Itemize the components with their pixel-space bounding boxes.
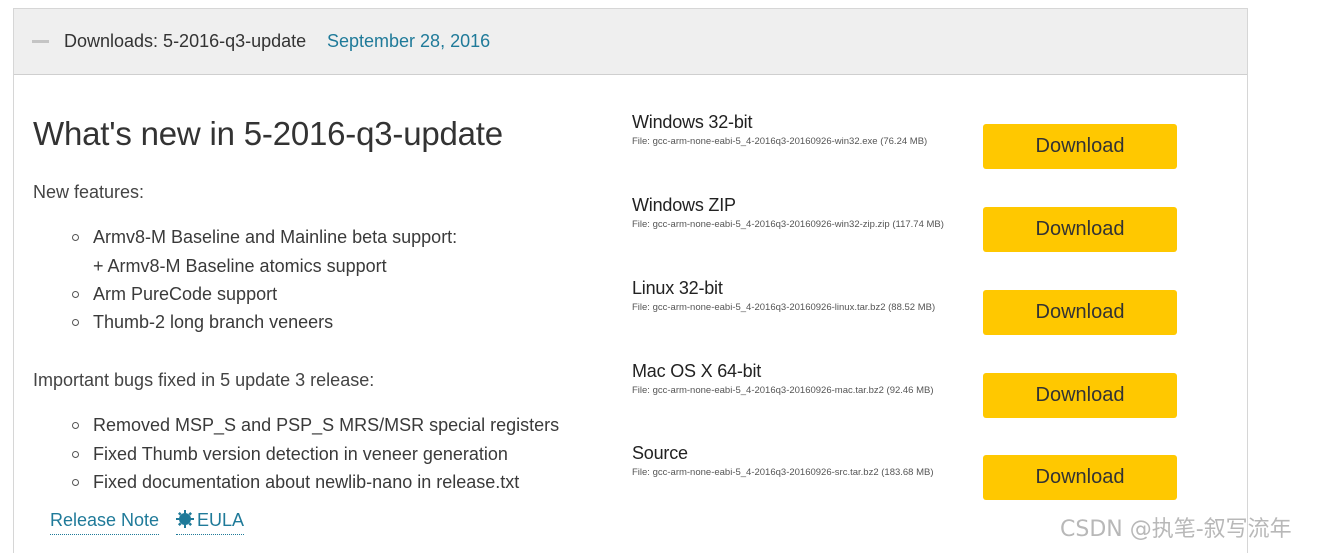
eula-label: EULA bbox=[197, 510, 245, 530]
download-name: Linux 32-bit bbox=[632, 278, 723, 298]
download-name: Windows 32-bit bbox=[632, 112, 753, 132]
list-item: Fixed Thumb version detection in veneer … bbox=[70, 440, 559, 469]
download-name: Mac OS X 64-bit bbox=[632, 361, 762, 381]
download-button[interactable]: Download bbox=[983, 207, 1177, 252]
release-date: September 28, 2016 bbox=[327, 31, 491, 51]
download-file-info: File: gcc-arm-none-eabi-5_4-2016q3-20160… bbox=[632, 302, 936, 313]
list-item: Fixed documentation about newlib-nano in… bbox=[70, 468, 559, 497]
list-item: Arm PureCode support bbox=[70, 280, 457, 309]
bugs-heading: Important bugs fixed in 5 update 3 relea… bbox=[33, 370, 375, 390]
watermark: CSDN @执笔-叙写流年 bbox=[1060, 517, 1292, 542]
release-title: Downloads: 5-2016-q3-update bbox=[64, 31, 307, 51]
download-file-info: File: gcc-arm-none-eabi-5_4-2016q3-20160… bbox=[632, 136, 928, 147]
eula-link[interactable]: EULA bbox=[176, 510, 245, 535]
download-button[interactable]: Download bbox=[983, 290, 1177, 335]
download-item-mac-64: Mac OS X 64-bit File: gcc-arm-none-eabi-… bbox=[632, 361, 1222, 433]
download-button[interactable]: Download bbox=[983, 124, 1177, 169]
download-file-info: File: gcc-arm-none-eabi-5_4-2016q3-20160… bbox=[632, 467, 934, 478]
download-name: Windows ZIP bbox=[632, 195, 736, 215]
collapse-icon[interactable] bbox=[32, 40, 49, 43]
download-item-source: Source File: gcc-arm-none-eabi-5_4-2016q… bbox=[632, 443, 1222, 515]
download-item-linux-32: Linux 32-bit File: gcc-arm-none-eabi-5_4… bbox=[632, 278, 1222, 350]
list-item: + Armv8-M Baseline atomics support bbox=[93, 255, 387, 276]
whats-new-title: What's new in 5-2016-q3-update bbox=[33, 115, 503, 152]
bug-list: Removed MSP_S and PSP_S MRS/MSR special … bbox=[70, 411, 559, 497]
list-item: Thumb-2 long branch veneers bbox=[70, 308, 457, 337]
release-note-link[interactable]: Release Note bbox=[50, 510, 160, 535]
download-button[interactable]: Download bbox=[983, 373, 1177, 418]
download-file-info: File: gcc-arm-none-eabi-5_4-2016q3-20160… bbox=[632, 219, 944, 230]
badge-icon bbox=[176, 510, 194, 528]
download-item-windows-zip: Windows ZIP File: gcc-arm-none-eabi-5_4-… bbox=[632, 195, 1222, 267]
feature-list: Armv8-M Baseline and Mainline beta suppo… bbox=[70, 223, 457, 337]
download-button[interactable]: Download bbox=[983, 455, 1177, 500]
download-file-info: File: gcc-arm-none-eabi-5_4-2016q3-20160… bbox=[632, 385, 934, 396]
list-item: Armv8-M Baseline and Mainline beta suppo… bbox=[70, 223, 457, 252]
features-heading: New features: bbox=[33, 182, 145, 202]
download-item-windows-32: Windows 32-bit File: gcc-arm-none-eabi-5… bbox=[632, 112, 1222, 184]
list-item: Removed MSP_S and PSP_S MRS/MSR special … bbox=[70, 411, 559, 440]
download-name: Source bbox=[632, 443, 688, 463]
release-header[interactable]: Downloads: 5-2016-q3-update September 28… bbox=[14, 9, 1247, 75]
